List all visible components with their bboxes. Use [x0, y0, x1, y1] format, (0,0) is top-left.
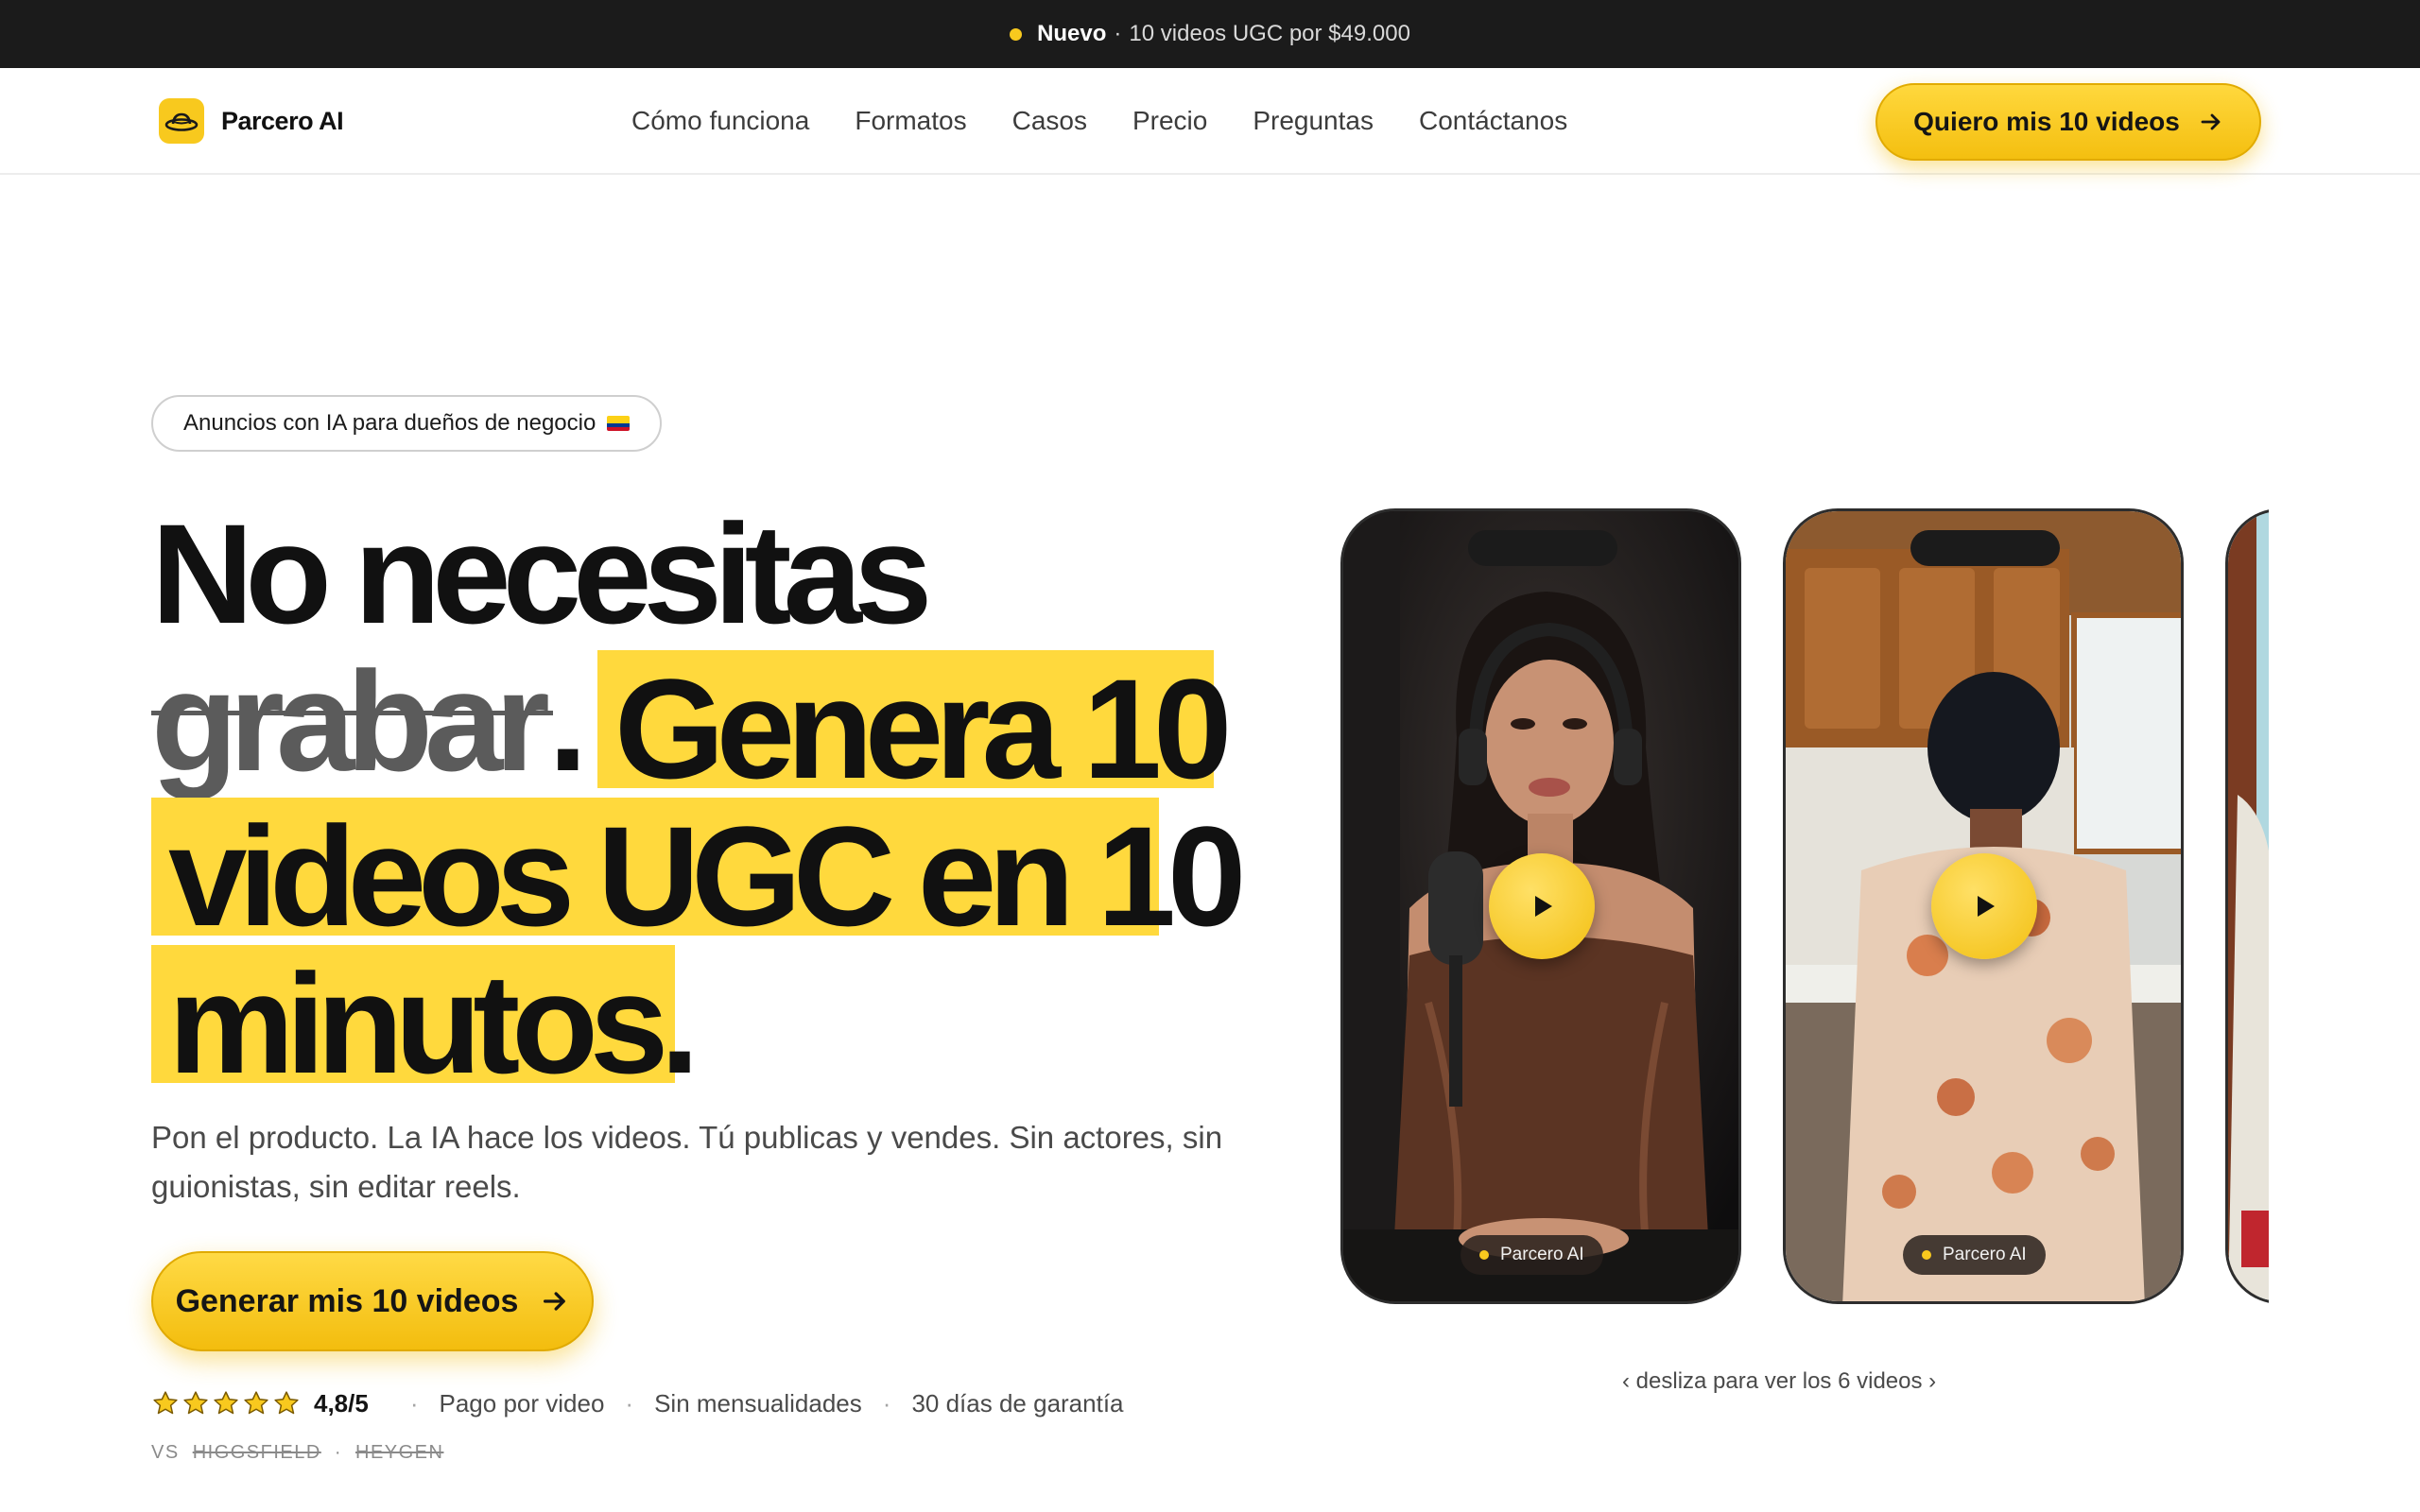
nav-link-formatos[interactable]: Formatos [855, 106, 966, 136]
star-icon [153, 1391, 178, 1415]
video-tag-label: Parcero AI [1500, 1245, 1584, 1264]
star-icon [183, 1391, 208, 1415]
headline-struck-word: grabar [151, 642, 550, 800]
separator-dot: · [882, 1388, 891, 1418]
main-nav: Parcero AI Cómo funciona Formatos Casos … [0, 68, 2420, 175]
video-brand-tag: Parcero AI [1903, 1235, 2046, 1275]
nav-link-precio[interactable]: Precio [1132, 106, 1207, 136]
announcement-separator: · [1114, 21, 1122, 46]
video-card-3[interactable] [2225, 508, 2269, 1304]
video-card-1[interactable]: Parcero AI [1340, 508, 1741, 1304]
announcement-bar: Nuevo · 10 videos UGC por $49.000 [0, 0, 2420, 68]
video-thumbnail-3 [2228, 511, 2269, 1301]
video-card-2[interactable]: Parcero AI [1783, 508, 2184, 1304]
play-button[interactable] [1931, 853, 2037, 959]
yellow-dot-icon [1922, 1250, 1931, 1260]
nav-cta-label: Quiero mis 10 videos [1913, 107, 2180, 136]
hat-logo-icon [159, 98, 204, 144]
play-icon [1535, 896, 1552, 917]
yellow-dot-icon [1010, 27, 1023, 41]
competitor-heygen: HEYGEN [355, 1442, 444, 1463]
generate-videos-label: Generar mis 10 videos [175, 1282, 519, 1319]
yellow-dot-icon [1479, 1250, 1489, 1260]
video-carousel[interactable]: Parcero AI Parcero AI [1339, 507, 2269, 1306]
nav-link-casos[interactable]: Casos [1012, 106, 1087, 136]
nav-link-contactanos[interactable]: Contáctanos [1419, 106, 1567, 136]
hero-badge: Anuncios con IA para dueños de negocio [151, 395, 663, 452]
separator-dot: · [334, 1442, 342, 1463]
competitor-higgsfield: HIGGSFIELD [192, 1442, 321, 1463]
competitor-comparison: VS HIGGSFIELD · HEYGEN [151, 1442, 443, 1464]
trust-row: 4,8/5 · Pago por video · Sin mensualidad… [151, 1387, 1124, 1419]
announcement-badge: Nuevo [1037, 21, 1107, 46]
nav-links: Cómo funciona Formatos Casos Precio Preg… [631, 106, 1567, 136]
brand-name: Parcero AI [221, 106, 344, 135]
rating-value: 4,8/5 [314, 1388, 369, 1418]
star-icon [274, 1391, 299, 1415]
phone-notch [1468, 530, 1617, 566]
strikethrough-line [151, 711, 553, 715]
hero-badge-text: Anuncios con IA para dueños de negocio [183, 410, 596, 436]
phone-notch [1910, 530, 2060, 566]
trust-item-pago-por-video: Pago por video [439, 1388, 605, 1418]
headline-highlight-2: videos UGC en 10 [168, 797, 1246, 955]
headline-highlight-3: minutos. [168, 944, 700, 1103]
announcement-text: 10 videos UGC por $49.000 [1129, 21, 1410, 46]
video-brand-tag: Parcero AI [1461, 1235, 1603, 1275]
separator-dot: · [625, 1388, 634, 1418]
star-icon [244, 1391, 268, 1415]
star-icon [214, 1391, 238, 1415]
headline-line-1: No necesitas [151, 494, 932, 653]
headline-highlight-1: Genera 10 [614, 649, 1232, 808]
nav-cta-button[interactable]: Quiero mis 10 videos [1876, 83, 2261, 161]
rating-stars [151, 1389, 301, 1418]
video-tag-label: Parcero AI [1943, 1245, 2027, 1264]
colombia-flag-icon [607, 416, 631, 431]
headline-period: . [548, 642, 588, 800]
swipe-hint: ‹ desliza para ver los 6 videos › [1622, 1368, 1937, 1394]
vs-label: VS [151, 1442, 180, 1463]
play-button[interactable] [1489, 853, 1595, 959]
nav-link-preguntas[interactable]: Preguntas [1253, 106, 1374, 136]
nav-link-como-funciona[interactable]: Cómo funciona [631, 106, 809, 136]
arrow-right-icon [544, 1292, 566, 1311]
hero-subtitle: Pon el producto. La IA hace los videos. … [151, 1120, 1223, 1204]
trust-item-garantia: 30 días de garantía [911, 1388, 1124, 1418]
separator-dot: · [409, 1388, 419, 1418]
trust-item-sin-mensualidades: Sin mensualidades [654, 1388, 862, 1418]
play-icon [1978, 896, 1995, 917]
brand-logo-link[interactable]: Parcero AI [159, 98, 344, 144]
arrow-right-icon [2201, 113, 2221, 130]
generate-videos-button[interactable]: Generar mis 10 videos [151, 1251, 594, 1351]
